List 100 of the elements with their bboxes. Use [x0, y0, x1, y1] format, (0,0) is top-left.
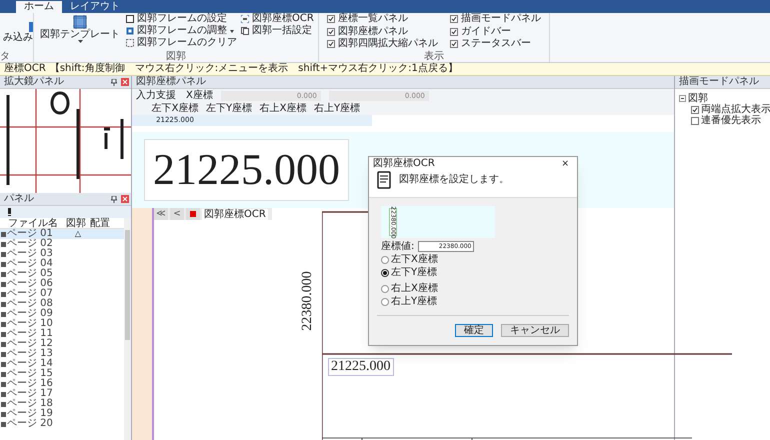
- tree-item[interactable]: 連番優先表示: [701, 115, 761, 126]
- dashed-square-icon: [126, 39, 134, 47]
- ribbon-check-item[interactable]: 描画モードパネル: [450, 13, 541, 25]
- frame-status: △: [74, 229, 82, 239]
- ribbon-button[interactable]: み込み: [3, 32, 33, 42]
- file-row[interactable]: ページ 09: [0, 309, 124, 319]
- dialog-button[interactable]: キャンセル: [501, 324, 569, 337]
- pin-icon[interactable]: [111, 196, 117, 202]
- ribbon-check-item[interactable]: 座標一覧パネル: [326, 13, 438, 25]
- caret-icon: [230, 30, 234, 32]
- file-name: ページ 10: [7, 319, 54, 329]
- radio-button[interactable]: [381, 285, 389, 293]
- ribbon-item[interactable]: 図郭フレームの調整: [126, 25, 237, 37]
- checkbox[interactable]: [326, 15, 335, 23]
- group-label: 図郭: [164, 51, 187, 62]
- mode-label: 座標OCR: [4, 64, 46, 74]
- checkbox[interactable]: [691, 106, 699, 114]
- radio-button[interactable]: [381, 298, 389, 306]
- column-header[interactable]: 左下Y座標: [202, 103, 256, 115]
- radio-option[interactable]: 右上X座標: [381, 284, 565, 294]
- radio-option[interactable]: 左下X座標: [381, 255, 565, 265]
- ribbon-item[interactable]: 図郭一括設定: [241, 25, 314, 37]
- file-name: ページ 04: [7, 259, 54, 269]
- file-name: ページ 14: [7, 359, 54, 369]
- dimension-text: 21225.000: [328, 358, 394, 376]
- ribbon-item[interactable]: 図郭フレームのクリア: [126, 37, 237, 49]
- column-header[interactable]: ファイル名: [0, 218, 66, 228]
- file-name: ページ 02: [7, 239, 54, 249]
- ribbon-check-item[interactable]: 図郭座標パネル: [326, 26, 438, 38]
- checkbox[interactable]: [450, 28, 458, 36]
- checkbox[interactable]: [691, 116, 699, 124]
- template-button[interactable]: 図郭テンプレート: [38, 13, 122, 51]
- file-row[interactable]: ページ 04: [0, 259, 124, 269]
- checkbox[interactable]: [326, 28, 335, 36]
- toolbar-label: 図郭座標OCR: [202, 208, 268, 220]
- file-row[interactable]: ページ 17: [0, 389, 124, 399]
- radio-button[interactable]: [381, 269, 389, 277]
- column-header[interactable]: 配置: [90, 218, 114, 228]
- file-row[interactable]: ページ 01 △: [0, 229, 124, 239]
- file-row[interactable]: ページ 08: [0, 299, 124, 309]
- nav-button[interactable]: <: [170, 208, 184, 220]
- checkbox[interactable]: [450, 15, 458, 23]
- file-name: ページ 09: [7, 309, 54, 319]
- ribbon-item[interactable]: 図郭フレームの設定: [126, 13, 237, 25]
- file-row[interactable]: ページ 11: [0, 329, 124, 339]
- file-row[interactable]: ページ 13: [0, 349, 124, 359]
- radio-option[interactable]: 右上Y座標: [381, 297, 565, 307]
- checkbox[interactable]: [450, 40, 458, 48]
- warning-icon[interactable]: [8, 208, 11, 216]
- file-row[interactable]: ページ 20: [0, 419, 124, 429]
- ribbon-item[interactable]: 図郭座標OCR: [241, 13, 314, 25]
- ribbon-check-item[interactable]: ガイドバー: [450, 26, 541, 38]
- radio-button[interactable]: [381, 256, 389, 264]
- file-name: ページ 08: [7, 299, 54, 309]
- close-icon[interactable]: [121, 78, 129, 86]
- file-name: ページ 05: [7, 269, 54, 279]
- file-name: ページ 11: [7, 329, 54, 339]
- group-label: タ: [0, 51, 11, 62]
- file-row[interactable]: ページ 18: [0, 399, 124, 409]
- checkbox[interactable]: [326, 40, 335, 48]
- frame-template-icon: [73, 15, 87, 29]
- file-name: ページ 15: [7, 369, 54, 379]
- ocr-preview-text: 21225.000: [144, 139, 349, 201]
- ribbon-check-item[interactable]: 図郭四隅拡大縮パネル: [326, 38, 438, 50]
- stop-button[interactable]: [186, 208, 200, 220]
- tree-item[interactable]: 図郭: [688, 93, 708, 104]
- file-row[interactable]: ページ 19: [0, 409, 124, 419]
- close-icon[interactable]: [121, 195, 129, 203]
- close-button[interactable]: ×: [557, 158, 573, 168]
- file-name: ページ 03: [7, 249, 54, 259]
- panel-title: 描画モードパネル: [679, 77, 760, 87]
- column-header[interactable]: 左下X座標: [148, 103, 202, 115]
- dialog-button[interactable]: 確定: [455, 324, 493, 337]
- file-name: ページ 13: [7, 349, 54, 359]
- file-row[interactable]: ページ 10: [0, 319, 124, 329]
- expander-icon[interactable]: [679, 95, 686, 102]
- ribbon-tab[interactable]: ホーム: [16, 1, 62, 13]
- file-name: ページ 20: [7, 419, 54, 429]
- file-row[interactable]: ページ 03: [0, 249, 124, 259]
- dialog-message: 図郭座標を設定します。: [399, 174, 509, 184]
- file-row[interactable]: ページ 06: [0, 279, 124, 289]
- file-row[interactable]: ページ 12: [0, 339, 124, 349]
- nav-button[interactable]: ≪: [154, 208, 168, 220]
- file-row[interactable]: ページ 15: [0, 369, 124, 379]
- ribbon-check-item[interactable]: ステータスバー: [450, 38, 541, 50]
- file-row[interactable]: ページ 05: [0, 269, 124, 279]
- file-row[interactable]: ページ 14: [0, 359, 124, 369]
- file-name: ページ 18: [7, 399, 54, 409]
- file-row[interactable]: ページ 07: [0, 289, 124, 299]
- file-row[interactable]: ページ 16: [0, 379, 124, 389]
- radio-option[interactable]: 左下Y座標: [381, 268, 565, 278]
- panel-title: 図郭座標パネル: [136, 77, 207, 87]
- scan-icon: [241, 15, 249, 23]
- column-header[interactable]: 右上Y座標: [310, 103, 364, 115]
- column-header[interactable]: 図郭: [66, 218, 90, 228]
- column-header[interactable]: 右上X座標: [256, 103, 310, 115]
- caret-icon: [78, 40, 82, 43]
- file-row[interactable]: ページ 02: [0, 239, 124, 249]
- pin-icon[interactable]: [111, 78, 117, 86]
- ribbon-tab[interactable]: レイアウト: [62, 1, 128, 13]
